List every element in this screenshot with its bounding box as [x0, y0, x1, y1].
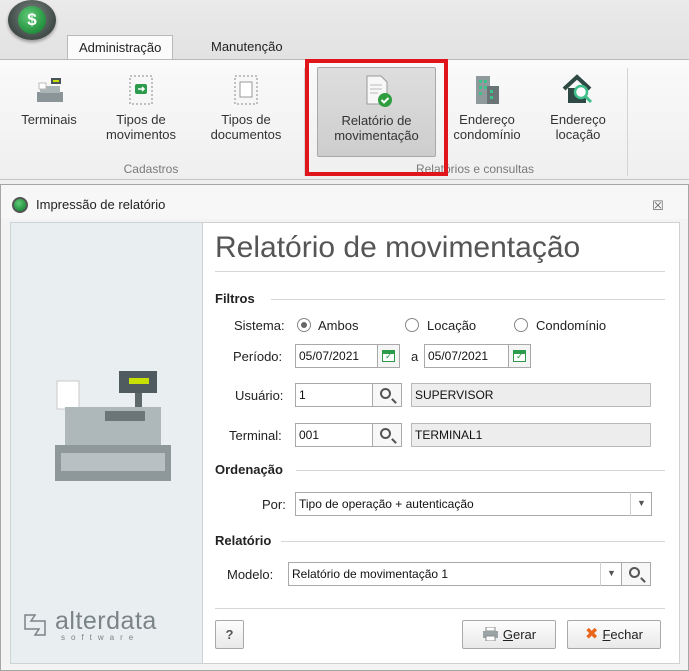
tab-manutencao[interactable]: Manutenção: [200, 35, 294, 60]
modelo-select[interactable]: Relatório de movimentação 1 ▼: [288, 562, 622, 586]
usuario-name-field: SUPERVISOR: [411, 383, 651, 407]
section-ordenacao: Ordenação: [215, 462, 283, 477]
relatorio-movimentacao-label-2: movimentação: [334, 128, 419, 143]
report-check-icon: [359, 73, 395, 109]
divider: [215, 271, 665, 272]
group-separator: [304, 68, 305, 176]
tab-administracao[interactable]: Administração: [67, 35, 174, 60]
terminais-button[interactable]: Terminais: [14, 72, 84, 127]
terminal-name-field: TERMINAL1: [411, 423, 651, 447]
chevron-down-icon[interactable]: ▼: [630, 492, 652, 516]
printer-icon: [482, 626, 498, 642]
usuario-label: Usuário:: [235, 388, 284, 403]
search-icon: [629, 567, 640, 578]
brand-sub: software: [61, 633, 140, 642]
search-icon: [380, 388, 391, 399]
endereco-locacao-label-1: Endereço: [550, 112, 606, 127]
close-x-icon: ✖: [585, 626, 599, 643]
cash-register-icon: [55, 371, 171, 481]
tipos-documentos-label-1: Tipos de: [221, 112, 271, 127]
group-label-relatorios: Relatórios e consultas: [415, 162, 535, 176]
date-separator: a: [411, 349, 419, 364]
divider: [215, 608, 665, 609]
radio-condominio[interactable]: [514, 318, 528, 332]
modelo-label: Modelo:: [227, 567, 274, 582]
radio-condominio-label[interactable]: Condomínio: [536, 318, 606, 333]
app-logo-icon: $: [18, 6, 46, 34]
periodo-label: Período:: [233, 349, 283, 364]
chevron-down-icon[interactable]: ▼: [600, 562, 622, 586]
relatorio-movimentacao-button[interactable]: Relatório de movimentação: [317, 67, 436, 157]
group-separator: [627, 68, 628, 176]
endereco-condominio-label-1: Endereço: [459, 112, 515, 127]
help-button[interactable]: ?: [215, 620, 244, 649]
endereco-locacao-button[interactable]: Endereço locação: [538, 72, 618, 142]
usuario-code-field[interactable]: 1: [295, 383, 373, 407]
page-title: Relatório de movimentação: [215, 231, 581, 264]
date-from-field[interactable]: 05/07/2021: [295, 344, 378, 368]
radio-ambos[interactable]: [297, 318, 311, 332]
gerar-key: G: [502, 627, 513, 642]
section-filtros: Filtros: [215, 291, 255, 306]
illustration-panel: alterdata software: [10, 222, 203, 664]
divider: [296, 470, 665, 471]
por-label: Por:: [262, 497, 286, 512]
date-to-calendar-button[interactable]: [509, 344, 531, 368]
modelo-search-button[interactable]: [622, 562, 651, 586]
ordenacao-value: Tipo de operação + autenticação: [299, 497, 474, 511]
form-panel: Relatório de movimentação Filtros Sistem…: [203, 222, 680, 664]
tipos-documentos-label-2: documentos: [210, 127, 282, 142]
calendar-icon: [513, 350, 526, 362]
terminal-label: Terminal:: [229, 428, 282, 443]
app-menu-button[interactable]: $: [8, 0, 56, 40]
fechar-button[interactable]: ✖ Fechar: [567, 620, 661, 649]
endereco-locacao-label-2: locação: [555, 127, 601, 142]
radio-locacao[interactable]: [405, 318, 419, 332]
divider: [281, 541, 665, 542]
endereco-condominio-button[interactable]: Endereço condomínio: [444, 72, 530, 142]
terminal-search-button[interactable]: [373, 423, 402, 447]
tipos-documentos-button[interactable]: Tipos de documentos: [200, 72, 292, 142]
ribbon-tabbar: $ Administração Manutenção: [0, 0, 689, 60]
relatorio-movimentacao-label-1: Relatório de: [341, 113, 412, 128]
close-icon[interactable]: ☒: [652, 198, 664, 214]
tipos-movimentos-button[interactable]: Tipos de movimentos: [96, 72, 186, 142]
gerar-button[interactable]: Gerar: [462, 620, 556, 649]
document-types-icon: [228, 72, 264, 108]
tipos-movimentos-label-1: Tipos de: [116, 112, 166, 127]
divider: [271, 299, 665, 300]
date-from-calendar-button[interactable]: [378, 344, 400, 368]
fechar-label: echar: [610, 627, 643, 642]
group-label-cadastros: Cadastros: [123, 162, 179, 176]
terminal-code-field[interactable]: 001: [295, 423, 373, 447]
date-to-field[interactable]: 05/07/2021: [424, 344, 509, 368]
calendar-icon: [382, 350, 395, 362]
endereco-condominio-label-2: condomínio: [453, 127, 521, 142]
dialog-title: Impressão de relatório: [36, 197, 166, 212]
brand-name: alterdata: [55, 607, 157, 635]
sistema-label: Sistema:: [234, 318, 285, 333]
app-logo-icon: [12, 197, 28, 213]
tipos-movimentos-label-2: movimentos: [105, 127, 177, 142]
radio-locacao-label[interactable]: Locação: [427, 318, 476, 333]
dialog-titlebar: Impressão de relatório ☒: [1, 185, 688, 219]
gerar-label: erar: [513, 627, 537, 642]
radio-ambos-label[interactable]: Ambos: [318, 318, 358, 333]
building-icon: [469, 72, 505, 108]
terminais-label: Terminais: [21, 112, 77, 127]
house-search-icon: [560, 72, 596, 108]
report-print-dialog: Impressão de relatório ☒ alterdata softw…: [0, 184, 689, 671]
usuario-search-button[interactable]: [373, 383, 402, 407]
cash-register-icon: [31, 72, 67, 108]
modelo-value: Relatório de movimentação 1: [292, 567, 449, 581]
section-relatorio: Relatório: [215, 533, 272, 548]
search-icon: [380, 428, 391, 439]
ribbon-panel: Terminais Tipos de movimentos Tipos de d…: [0, 59, 689, 180]
ordenacao-select[interactable]: Tipo de operação + autenticação ▼: [295, 492, 652, 516]
alterdata-logo: alterdata software: [21, 607, 194, 642]
movement-types-icon: [123, 72, 159, 108]
